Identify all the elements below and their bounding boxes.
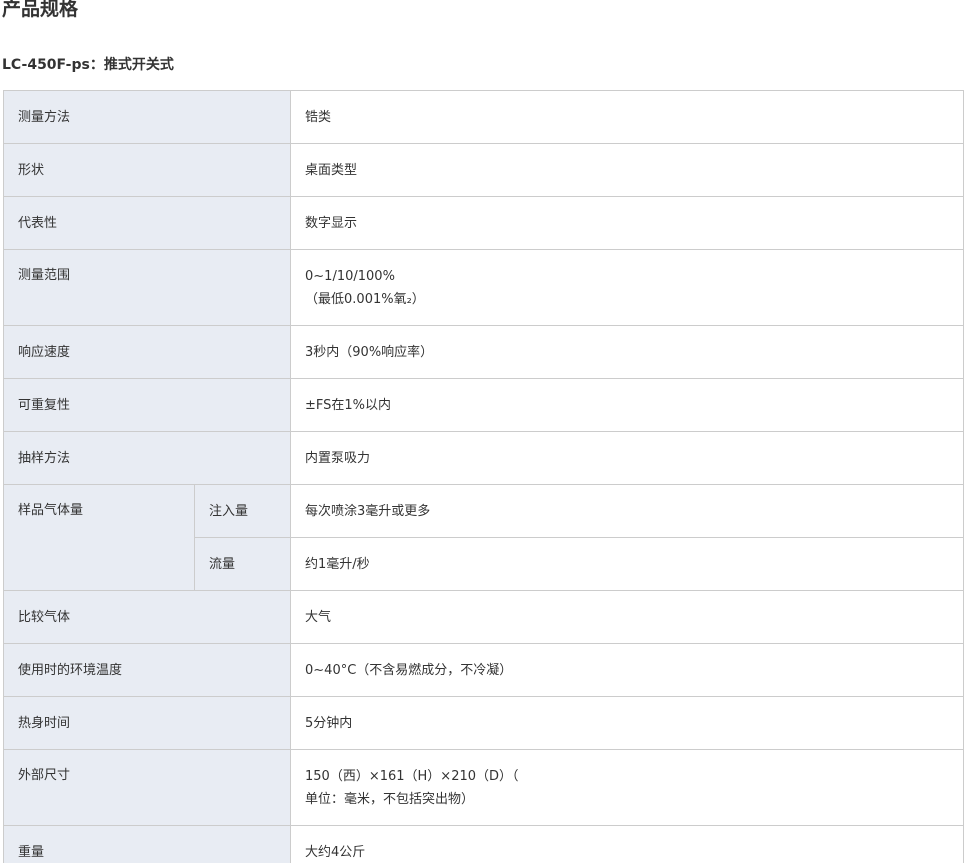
table-row: 可重复性 ±FS在1%以内 — [2, 378, 965, 432]
table-row: 比较气体 大气 — [2, 590, 965, 644]
spec-label: 重量 — [2, 825, 292, 863]
spec-label: 外部尺寸 — [2, 749, 292, 826]
spec-value-line: 150（西）×161（H）×210（D）（ — [305, 768, 519, 784]
spec-label: 形状 — [2, 143, 292, 197]
table-row: 热身时间 5分钟内 — [2, 696, 965, 750]
spec-value: 每次喷涂3毫升或更多 — [290, 484, 965, 538]
model-title: LC-450F-ps：推式开关式 — [2, 57, 174, 73]
table-row: 代表性 数字显示 — [2, 196, 965, 250]
spec-value: 锆类 — [290, 90, 965, 144]
spec-value: 内置泵吸力 — [290, 431, 965, 485]
spec-value: 数字显示 — [290, 196, 965, 250]
spec-value: ±FS在1%以内 — [290, 378, 965, 432]
spec-table: 测量方法 锆类 形状 桌面类型 代表性 数字显示 测量范围 0~1/10/100… — [2, 90, 965, 863]
spec-value: 约1毫升/秒 — [290, 537, 965, 591]
table-row: 重量 大约4公斤 — [2, 825, 965, 863]
table-row: 响应速度 3秒内（90%响应率） — [2, 325, 965, 379]
spec-label: 测量方法 — [2, 90, 292, 144]
spec-label: 比较气体 — [2, 590, 292, 644]
page: 产品规格 LC-450F-ps：推式开关式 测量方法 锆类 形状 桌面类型 代表… — [0, 0, 966, 863]
table-row: 测量范围 0~1/10/100% （最低0.001%氧₂） — [2, 249, 965, 326]
spec-sublabel: 流量 — [193, 537, 292, 591]
spec-value: 0~1/10/100% （最低0.001%氧₂） — [290, 249, 965, 326]
spec-value-line: 单位：毫米，不包括突出物） — [305, 791, 475, 807]
spec-value: 5分钟内 — [290, 696, 965, 750]
spec-label: 样品气体量 — [3, 484, 195, 591]
page-title: 产品规格 — [2, 0, 79, 20]
spec-value: 大约4公斤 — [290, 825, 965, 863]
spec-label: 响应速度 — [2, 325, 292, 379]
table-row: 样品气体量 注入量 每次喷涂3毫升或更多 — [3, 484, 965, 591]
table-row: 形状 桌面类型 — [2, 143, 965, 197]
table-row: 使用时的环境温度 0~40°C（不含易燃成分，不冷凝） — [2, 643, 965, 697]
table-row: 抽样方法 内置泵吸力 — [2, 431, 965, 485]
spec-label: 热身时间 — [2, 696, 292, 750]
spec-value: 桌面类型 — [290, 143, 965, 197]
spec-value: 3秒内（90%响应率） — [290, 325, 965, 379]
table-row: 测量方法 锆类 — [2, 90, 965, 144]
spec-value: 0~40°C（不含易燃成分，不冷凝） — [290, 643, 965, 697]
spec-label: 代表性 — [2, 196, 292, 250]
spec-value: 大气 — [290, 590, 965, 644]
table-row: 外部尺寸 150（西）×161（H）×210（D）（ 单位：毫米，不包括突出物） — [2, 749, 965, 826]
spec-value: 150（西）×161（H）×210（D）（ 单位：毫米，不包括突出物） — [290, 749, 965, 826]
spec-value-line: 0~1/10/100% — [305, 268, 395, 284]
spec-label: 使用时的环境温度 — [2, 643, 292, 697]
spec-value-line: （最低0.001%氧₂） — [305, 291, 425, 307]
spec-sublabel: 注入量 — [193, 484, 292, 538]
spec-label: 抽样方法 — [2, 431, 292, 485]
spec-label: 可重复性 — [2, 378, 292, 432]
spec-label: 测量范围 — [2, 249, 292, 326]
